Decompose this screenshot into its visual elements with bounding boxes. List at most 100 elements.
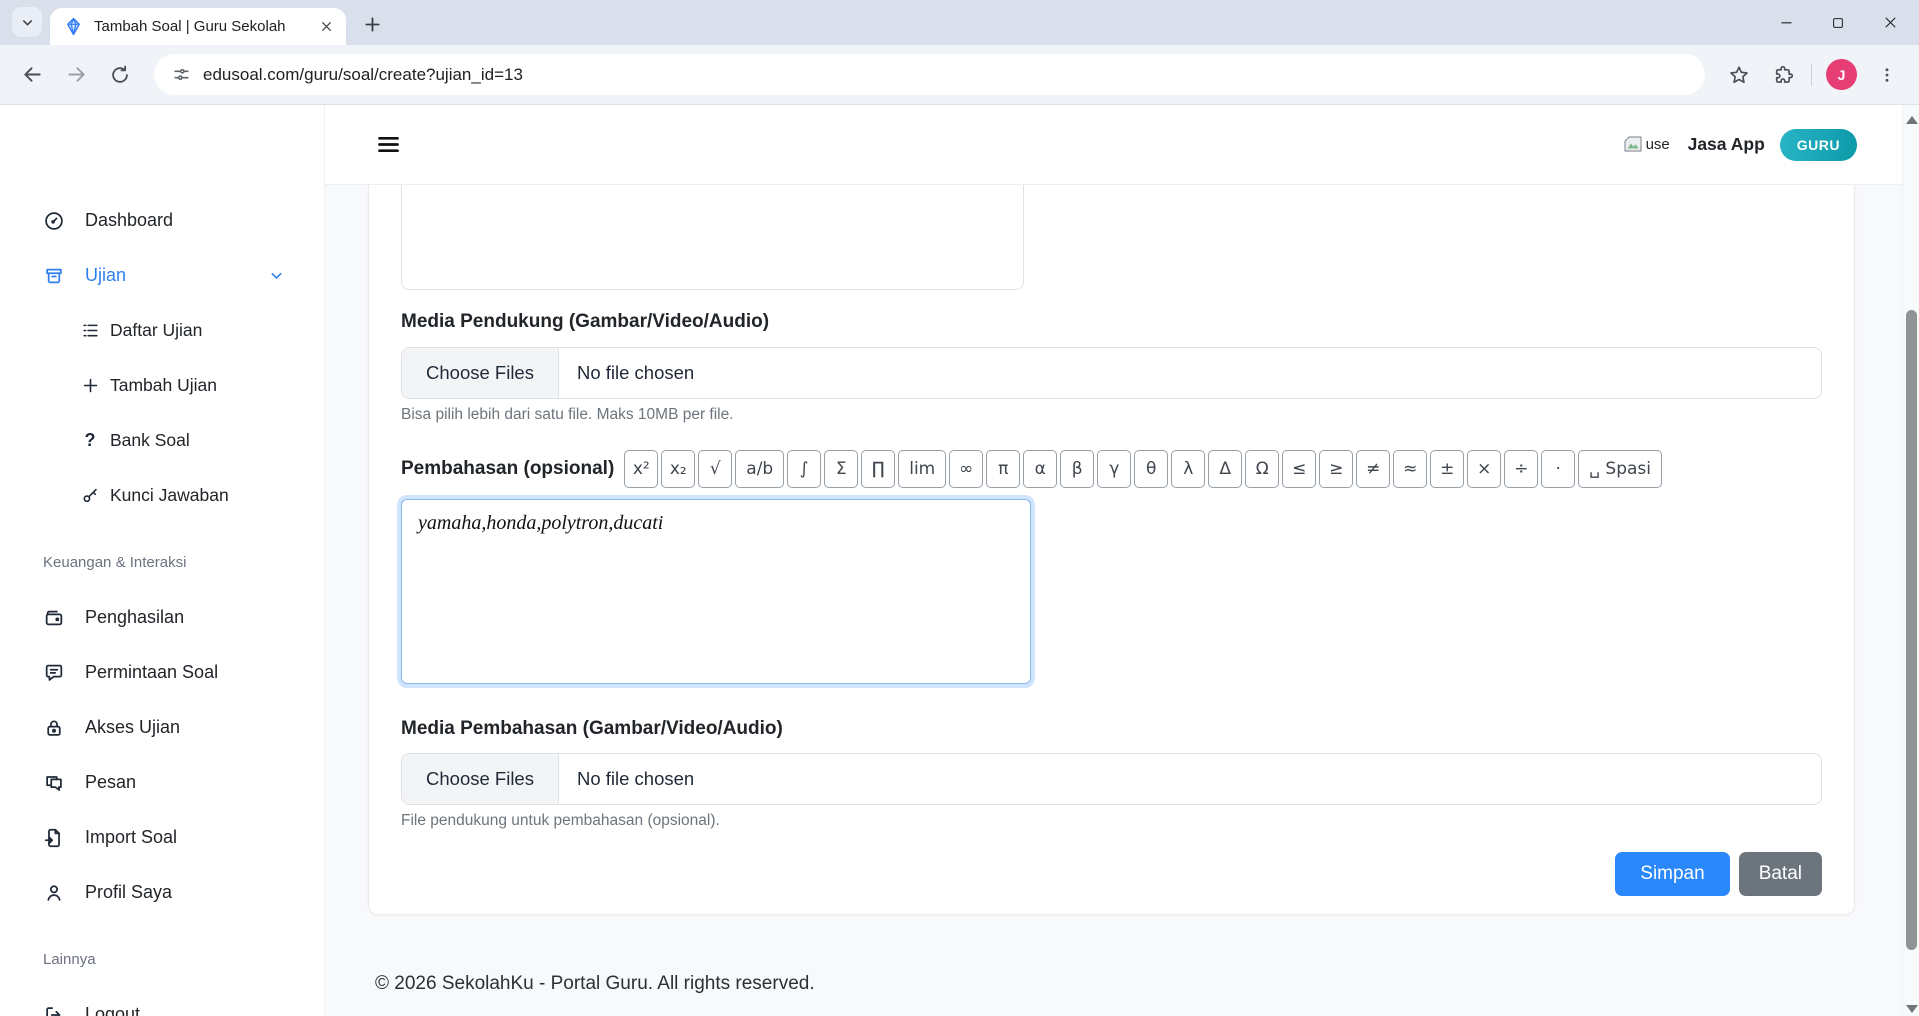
cancel-button[interactable]: Batal (1739, 852, 1822, 896)
app-header: use Jasa App GURU (325, 105, 1902, 185)
math-symbol-button-neq[interactable]: ≠ (1356, 450, 1390, 488)
window-maximize-button[interactable] (1823, 8, 1853, 38)
toolbar-divider (1811, 64, 1812, 86)
forward-button[interactable] (56, 55, 96, 95)
sidebar-item-bank-soal[interactable]: ? Bank Soal (0, 413, 324, 468)
math-symbol-button-product[interactable]: ∏ (861, 450, 895, 488)
gauge-icon (43, 210, 65, 232)
brand-name: Jasa App (1688, 134, 1765, 155)
sidebar-item-kunci-jawaban[interactable]: Kunci Jawaban (0, 468, 324, 523)
wallet-icon (43, 607, 65, 629)
math-symbol-button-sigma[interactable]: Σ (824, 450, 858, 488)
sidebar-toggle-button[interactable] (375, 131, 402, 158)
bookmark-star-button[interactable] (1719, 55, 1759, 95)
save-button[interactable]: Simpan (1615, 852, 1729, 896)
math-symbol-button-dot[interactable]: · (1541, 450, 1575, 488)
math-symbol-button-subscript[interactable]: x₂ (661, 450, 695, 488)
question-textarea-partial[interactable] (401, 185, 1024, 290)
role-badge: GURU (1780, 129, 1857, 161)
math-symbol-button-plusminus[interactable]: ± (1430, 450, 1464, 488)
window-minimize-button[interactable] (1771, 8, 1801, 38)
sidebar-item-pesan[interactable]: Pesan (0, 755, 324, 810)
sidebar-item-ujian[interactable]: Ujian (0, 248, 324, 303)
sidebar-item-label: Ujian (85, 265, 126, 286)
minimize-icon (1779, 15, 1794, 30)
math-symbol-button-divide[interactable]: ÷ (1504, 450, 1538, 488)
sidebar-item-label: Tambah Ujian (110, 375, 217, 396)
browser-menu-button[interactable] (1867, 55, 1907, 95)
new-tab-button[interactable] (362, 14, 383, 35)
tab-search-button[interactable] (12, 7, 42, 37)
sidebar-item-tambah-ujian[interactable]: Tambah Ujian (0, 358, 324, 413)
close-icon (320, 20, 333, 33)
sidebar-item-label: Daftar Ujian (110, 320, 202, 341)
back-arrow-icon (21, 63, 44, 86)
math-symbol-button-delta[interactable]: Δ (1208, 450, 1242, 488)
scrollbar-up-arrow[interactable] (1906, 116, 1918, 124)
math-symbol-button-gte[interactable]: ≥ (1319, 450, 1353, 488)
plus-icon (362, 14, 383, 35)
tab-title: Tambah Soal | Guru Sekolah (94, 18, 306, 35)
media-pendukung-file-input[interactable]: Choose Files No file chosen (401, 347, 1822, 399)
math-symbol-button-pi[interactable]: π (986, 450, 1020, 488)
math-symbol-button-beta[interactable]: β (1060, 450, 1094, 488)
sidebar-item-label: Kunci Jawaban (110, 485, 229, 506)
content-area: Media Pendukung (Gambar/Video/Audio) Cho… (325, 185, 1902, 915)
extensions-button[interactable] (1763, 55, 1803, 95)
math-symbol-button-times[interactable]: × (1467, 450, 1501, 488)
media-pembahasan-file-input[interactable]: Choose Files No file chosen (401, 753, 1822, 805)
sidebar-item-logout[interactable]: Logout (0, 987, 324, 1016)
logout-icon (43, 1004, 65, 1016)
sidebar-item-permintaan-soal[interactable]: Permintaan Soal (0, 645, 324, 700)
reload-button[interactable] (100, 55, 140, 95)
scrollbar-down-arrow[interactable] (1906, 1005, 1918, 1013)
math-symbol-button-fraction[interactable]: a/b (735, 450, 784, 488)
back-button[interactable] (12, 55, 52, 95)
sidebar-item-import-soal[interactable]: Import Soal (0, 810, 324, 865)
page-viewport: Dashboard Ujian Daftar Ujian Tambah Ujia… (0, 105, 1919, 1016)
reload-icon (109, 64, 131, 86)
math-symbol-button-lambda[interactable]: λ (1171, 450, 1205, 488)
scrollbar-thumb[interactable] (1906, 310, 1917, 950)
math-symbol-button-infinity[interactable]: ∞ (949, 450, 983, 488)
math-symbol-button-omega[interactable]: Ω (1245, 450, 1279, 488)
sidebar-item-label: Logout (85, 1004, 140, 1016)
main-area: use Jasa App GURU Media Pendukung (Gamba… (325, 105, 1902, 1016)
math-symbol-button-gamma[interactable]: γ (1097, 450, 1131, 488)
question-icon: ? (80, 430, 100, 451)
math-symbol-button-theta[interactable]: θ (1134, 450, 1168, 488)
browser-profile-avatar[interactable]: J (1826, 59, 1857, 90)
sidebar-item-penghasilan[interactable]: Penghasilan (0, 590, 324, 645)
sidebar-item-daftar-ujian[interactable]: Daftar Ujian (0, 303, 324, 358)
site-favicon-gem-icon (63, 16, 84, 37)
math-symbol-button-lim[interactable]: lim (898, 450, 946, 488)
math-symbol-button-alpha[interactable]: α (1023, 450, 1057, 488)
pembahasan-textarea[interactable]: yamaha,honda,polytron,ducati (401, 499, 1031, 684)
browser-tab-active[interactable]: Tambah Soal | Guru Sekolah (50, 8, 346, 45)
broken-image-icon (1623, 136, 1643, 153)
tab-close-button[interactable] (316, 17, 336, 37)
user-icon (43, 882, 65, 904)
sidebar-item-label: Import Soal (85, 827, 177, 848)
pembahasan-label: Pembahasan (opsional) (401, 458, 614, 480)
sidebar-item-profil-saya[interactable]: Profil Saya (0, 865, 324, 920)
sidebar: Dashboard Ujian Daftar Ujian Tambah Ujia… (0, 105, 325, 1016)
chevron-down-icon (268, 267, 285, 284)
import-icon (43, 827, 65, 849)
header-user-cluster[interactable]: use Jasa App GURU (1623, 129, 1857, 161)
window-close-button[interactable] (1875, 8, 1905, 38)
forward-arrow-icon (65, 63, 88, 86)
sidebar-item-dashboard[interactable]: Dashboard (0, 193, 324, 248)
math-symbol-button-space[interactable]: ␣ Spasi (1578, 450, 1662, 488)
math-symbol-button-sqrt[interactable]: √ (698, 450, 732, 488)
choose-files-button[interactable]: Choose Files (402, 754, 559, 804)
math-symbol-button-integral[interactable]: ∫ (787, 450, 821, 488)
math-symbol-button-superscript[interactable]: x² (624, 450, 658, 488)
url-bar[interactable]: edusoal.com/guru/soal/create?ujian_id=13 (154, 54, 1705, 95)
math-symbol-button-approx[interactable]: ≈ (1393, 450, 1427, 488)
choose-files-button[interactable]: Choose Files (402, 348, 559, 398)
math-symbol-button-lte[interactable]: ≤ (1282, 450, 1316, 488)
sidebar-item-akses-ujian[interactable]: Akses Ujian (0, 700, 324, 755)
page-scrollbar[interactable] (1902, 105, 1919, 1016)
sidebar-section-keuangan: Keuangan & Interaksi (0, 535, 324, 590)
